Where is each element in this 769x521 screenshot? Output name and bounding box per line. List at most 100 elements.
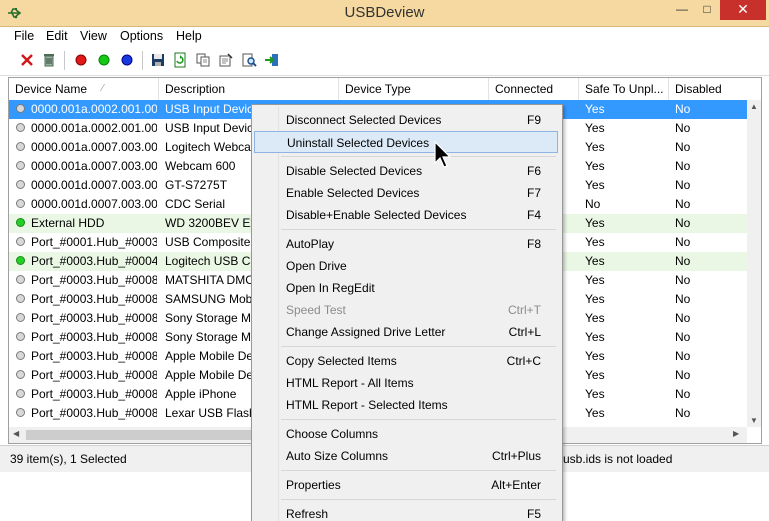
menu-item-shortcut: Ctrl+L <box>508 325 541 339</box>
red-dot-icon[interactable] <box>73 52 89 68</box>
save-icon[interactable] <box>150 52 166 68</box>
safe-to-unplug-cell: Yes <box>585 406 605 420</box>
menu-item-shortcut: F4 <box>526 208 541 222</box>
menu-item-uninstall-selected-devices[interactable]: Uninstall Selected Devices <box>254 131 558 153</box>
disabled-cell: No <box>675 254 691 268</box>
device-name-cell: 0000.001d.0007.003.00... <box>31 197 157 211</box>
menu-item-choose-columns[interactable]: Choose Columns <box>254 423 558 445</box>
device-name-cell: Port_#0003.Hub_#0008 <box>31 273 157 287</box>
disabled-cell: No <box>675 140 691 154</box>
menu-item-html-report-all-items[interactable]: HTML Report - All Items <box>254 372 558 394</box>
menu-view[interactable]: View <box>80 29 107 43</box>
safe-to-unplug-cell: Yes <box>585 368 605 382</box>
safe-to-unplug-cell: Yes <box>585 311 605 325</box>
column-description[interactable]: Description <box>159 78 339 100</box>
menu-item-open-in-regedit[interactable]: Open In RegEdit <box>254 277 558 299</box>
menu-item-label: Change Assigned Drive Letter <box>286 325 446 339</box>
minimize-button[interactable]: — <box>670 0 694 20</box>
properties-icon[interactable] <box>218 52 234 68</box>
menu-item-shortcut: Ctrl+Plus <box>491 449 541 463</box>
device-name-cell: Port_#0003.Hub_#0008 <box>31 387 157 401</box>
toolbar-separator <box>142 51 143 70</box>
menu-help[interactable]: Help <box>176 29 202 43</box>
vertical-scrollbar[interactable]: ▲ ▼ <box>747 100 761 427</box>
maximize-button[interactable]: □ <box>695 0 719 20</box>
status-message: usb.ids is not loaded <box>563 452 673 466</box>
disabled-cell: No <box>675 311 691 325</box>
menu-separator <box>281 470 556 471</box>
column-device-name[interactable]: Device Name ⁄ <box>9 78 159 100</box>
safe-to-unplug-cell: Yes <box>585 292 605 306</box>
close-button[interactable]: ✕ <box>720 0 766 20</box>
menu-item-shortcut: Ctrl+C <box>506 354 541 368</box>
status-dot-icon <box>16 199 25 208</box>
menu-item-refresh[interactable]: Refresh F5 <box>254 503 558 521</box>
disabled-cell: No <box>675 178 691 192</box>
status-dot-icon <box>16 332 25 341</box>
menu-item-disable-enable-selected-devices[interactable]: Disable+Enable Selected Devices F4 <box>254 204 558 226</box>
recycle-icon[interactable] <box>41 52 57 68</box>
find-icon[interactable] <box>241 52 257 68</box>
device-name-cell: Port_#0003.Hub_#0008 <box>31 349 157 363</box>
device-name-cell: External HDD <box>31 216 105 230</box>
menu-item-autoplay[interactable]: AutoPlay F8 <box>254 233 558 255</box>
menu-item-properties[interactable]: Properties Alt+Enter <box>254 474 558 496</box>
menu-item-shortcut: F9 <box>526 113 541 127</box>
column-device-type[interactable]: Device Type <box>339 78 489 100</box>
exit-icon[interactable] <box>264 52 280 68</box>
menu-item-disconnect-selected-devices[interactable]: Disconnect Selected Devices F9 <box>254 109 558 131</box>
disabled-cell: No <box>675 292 691 306</box>
menu-item-label: Disable+Enable Selected Devices <box>286 208 467 222</box>
blue-dot-icon[interactable] <box>119 52 135 68</box>
scroll-up-icon[interactable]: ▲ <box>750 102 758 111</box>
refresh-icon[interactable] <box>172 52 188 68</box>
device-name-cell: Port_#0003.Hub_#0008 <box>31 406 157 420</box>
menu-item-label: AutoPlay <box>286 237 335 251</box>
disabled-cell: No <box>675 387 691 401</box>
menu-item-auto-size-columns[interactable]: Auto Size Columns Ctrl+Plus <box>254 445 558 467</box>
safe-to-unplug-cell: Yes <box>585 178 605 192</box>
sort-icon: ⁄ <box>102 83 104 94</box>
list-header: Device Name ⁄ Description Device Type Con… <box>9 78 761 101</box>
menu-item-label: Auto Size Columns <box>286 449 389 463</box>
disabled-cell: No <box>675 102 691 116</box>
disabled-cell: No <box>675 216 691 230</box>
scroll-down-icon[interactable]: ▼ <box>750 416 758 425</box>
context-menu: Disconnect Selected Devices F9 Uninstall S… <box>251 104 563 521</box>
device-name-cell: Port_#0003.Hub_#0008 <box>31 368 157 382</box>
menu-item-html-report-selected-items[interactable]: HTML Report - Selected Items <box>254 394 558 416</box>
disabled-cell: No <box>675 273 691 287</box>
menu-item-disable-selected-devices[interactable]: Disable Selected Devices F6 <box>254 160 558 182</box>
title-bar: USBDeview — □ ✕ <box>0 0 769 27</box>
menu-item-open-drive[interactable]: Open Drive <box>254 255 558 277</box>
menu-item-shortcut: F5 <box>526 507 541 521</box>
column-safe-to-unplug[interactable]: Safe To Unpl... <box>579 78 669 100</box>
menu-item-speed-test[interactable]: Speed Test Ctrl+T <box>254 299 558 321</box>
menu-item-label: HTML Report - All Items <box>286 376 414 390</box>
disabled-cell: No <box>675 349 691 363</box>
menu-item-enable-selected-devices[interactable]: Enable Selected Devices F7 <box>254 182 558 204</box>
green-dot-icon[interactable] <box>96 52 112 68</box>
menu-separator <box>281 229 556 230</box>
safe-to-unplug-cell: Yes <box>585 140 605 154</box>
device-name-cell: 0000.001a.0007.003.00... <box>31 140 157 154</box>
column-disabled[interactable]: Disabled <box>669 78 761 100</box>
safe-to-unplug-cell: Yes <box>585 121 605 135</box>
scroll-right-icon[interactable]: ▶ <box>733 429 739 438</box>
menu-item-label: Copy Selected Items <box>286 354 397 368</box>
device-name-cell: 0000.001d.0007.003.00... <box>31 178 157 192</box>
status-dot-icon <box>16 408 25 417</box>
menu-edit[interactable]: Edit <box>46 29 68 43</box>
scroll-left-icon[interactable]: ◀ <box>13 429 19 438</box>
device-name-cell: 0000.001a.0002.001.00... <box>31 121 157 135</box>
menu-item-copy-selected-items[interactable]: Copy Selected Items Ctrl+C <box>254 350 558 372</box>
menu-file[interactable]: File <box>14 29 34 43</box>
scroll-thumb[interactable] <box>26 430 256 440</box>
menu-separator <box>281 156 556 157</box>
copy-icon[interactable] <box>195 52 211 68</box>
delete-icon[interactable] <box>19 52 35 68</box>
menu-item-change-assigned-drive-letter[interactable]: Change Assigned Drive Letter Ctrl+L <box>254 321 558 343</box>
column-connected[interactable]: Connected <box>489 78 579 100</box>
menu-options[interactable]: Options <box>120 29 163 43</box>
status-dot-icon <box>16 351 25 360</box>
